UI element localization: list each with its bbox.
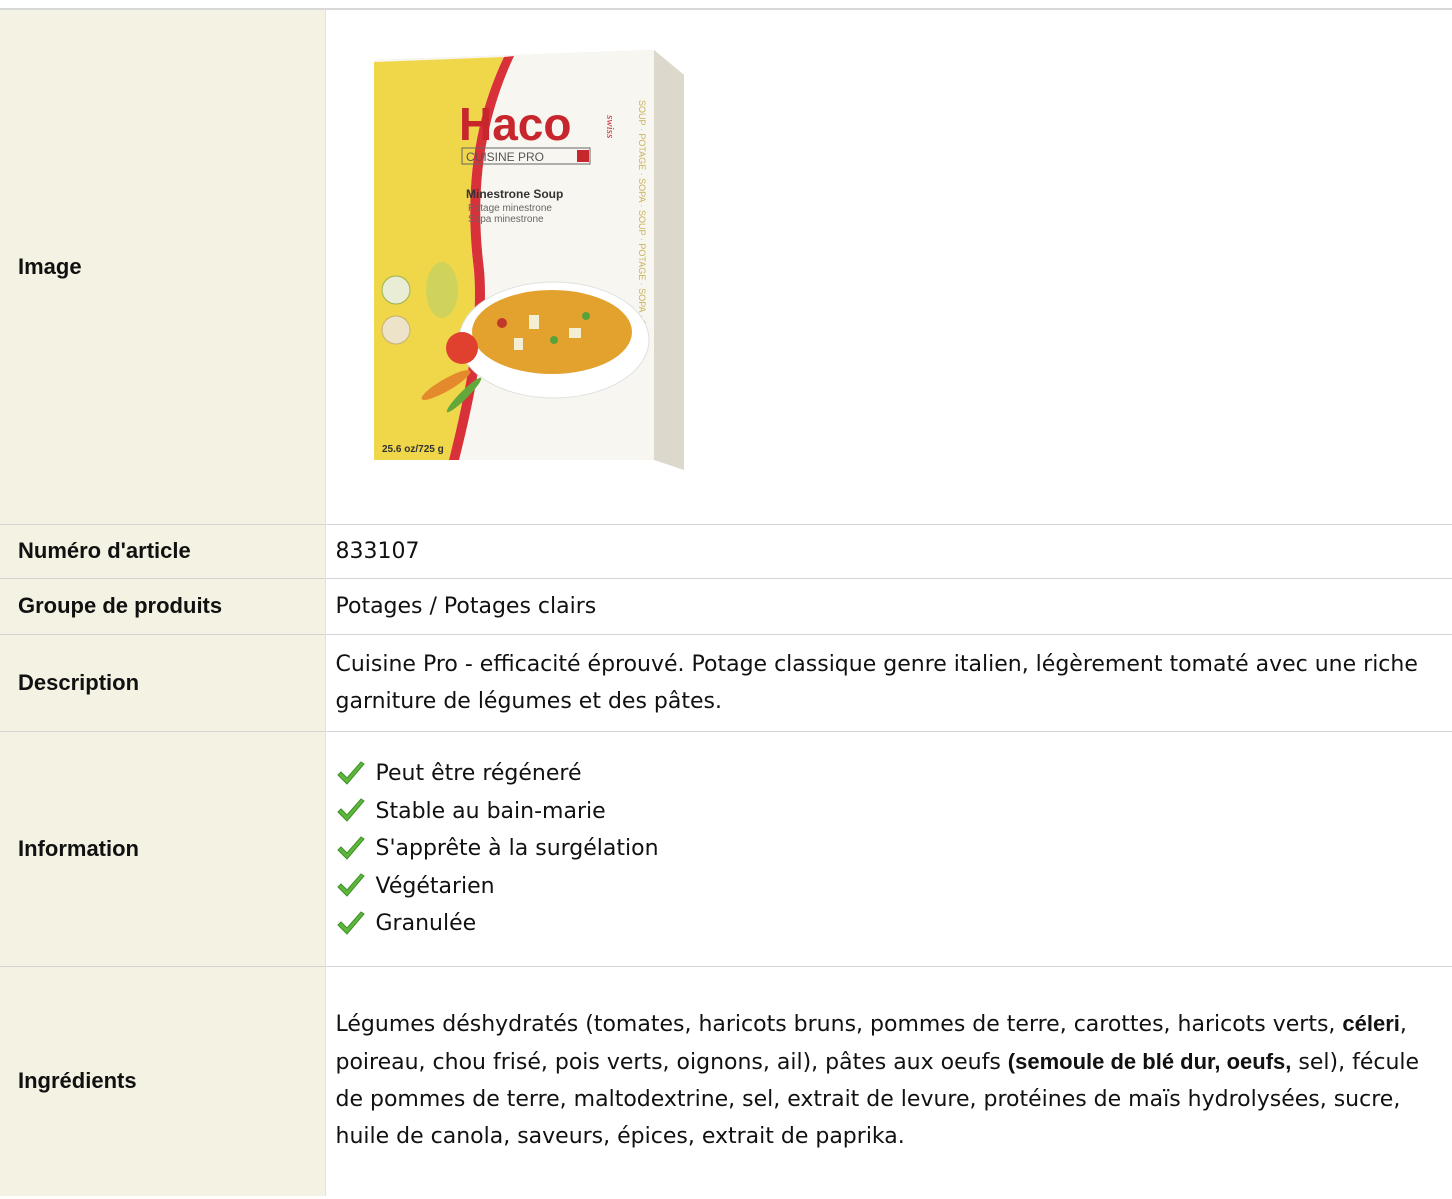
information-item: Stable au bain-marie bbox=[336, 792, 1444, 830]
row-ingredients: Ingrédients Légumes déshydratés (tomates… bbox=[0, 966, 1452, 1196]
pea bbox=[581, 312, 590, 320]
soup bbox=[471, 290, 632, 374]
information-item-label: Granulée bbox=[375, 911, 477, 936]
checkmark-icon bbox=[336, 873, 365, 897]
pasta-piece bbox=[568, 328, 581, 338]
product-image: Haco swiss CUISINE PRO Minestrone Soup P… bbox=[325, 9, 1452, 524]
vegetarian-badge-icon bbox=[381, 275, 410, 305]
information-item: Végétarien bbox=[336, 867, 1444, 905]
ingredients-allergen: (semoule de blé dur, oeufs, bbox=[1007, 1049, 1292, 1075]
package-name-fr: Potage minestrone bbox=[468, 203, 552, 214]
label-information: Information bbox=[0, 731, 326, 966]
information-item: Granulée bbox=[336, 905, 1444, 943]
checkmark-icon bbox=[336, 835, 365, 860]
row-description: Description Cuisine Pro - efficacité épr… bbox=[0, 634, 1452, 731]
package-name-es: Sopa minestrone bbox=[468, 214, 544, 225]
label-ingredients: Ingrédients bbox=[0, 966, 326, 1196]
information-item: S'apprête à la surgélation bbox=[336, 830, 1444, 868]
value-product-group: Potages / Potages clairs bbox=[325, 578, 1452, 634]
pea bbox=[549, 336, 558, 344]
information-item-label: S'apprête à la surgélation bbox=[375, 836, 659, 861]
ingredients-segment: Légumes déshydratés (tomates, haricots b… bbox=[335, 1012, 1343, 1038]
ingredients-text: Légumes déshydratés (tomates, haricots b… bbox=[336, 1005, 1444, 1157]
information-item-label: Peut être régéneré bbox=[375, 761, 582, 786]
package-name-en: Minestrone Soup bbox=[466, 187, 563, 201]
row-image: Image Haco swiss CUISINE PRO Minestrone … bbox=[0, 9, 1452, 524]
ingredients-allergen: céleri bbox=[1342, 1011, 1400, 1037]
information-list: Peut être régéneré Stable au bain-marie … bbox=[336, 755, 1444, 943]
package-weight: 25.6 oz/725 g bbox=[382, 444, 444, 455]
checkmark-icon bbox=[336, 798, 365, 822]
granules-badge-icon bbox=[381, 315, 410, 345]
row-article-number: Numéro d'article 833107 bbox=[0, 524, 1452, 578]
checkmark-icon bbox=[336, 760, 365, 785]
swiss-flag-icon bbox=[576, 150, 589, 162]
label-article-number: Numéro d'article bbox=[0, 524, 326, 578]
package-side-text: SOUP · POTAGE · SOPA · SOUP · POTAGE · S… bbox=[637, 100, 647, 346]
information-item: Peut être régéneré bbox=[336, 755, 1444, 793]
information-item-label: Végétarien bbox=[375, 873, 495, 899]
label-image: Image bbox=[0, 9, 326, 524]
pasta-piece bbox=[513, 338, 523, 350]
brand-suffix: swiss bbox=[604, 115, 616, 138]
tomato-piece bbox=[496, 318, 507, 328]
brand-logo: Haco bbox=[459, 98, 571, 150]
box-side bbox=[653, 50, 684, 470]
value-ingredients: Légumes déshydratés (tomates, haricots b… bbox=[325, 966, 1452, 1196]
tomato bbox=[445, 332, 478, 364]
information-item-label: Stable au bain-marie bbox=[375, 798, 606, 824]
row-product-group: Groupe de produits Potages / Potages cla… bbox=[0, 578, 1452, 634]
label-product-group: Groupe de produits bbox=[0, 578, 326, 634]
label-description: Description bbox=[0, 634, 326, 731]
value-information: Peut être régéneré Stable au bain-marie … bbox=[325, 731, 1452, 966]
product-box-image: Haco swiss CUISINE PRO Minestrone Soup P… bbox=[373, 50, 684, 470]
product-line: CUISINE PRO bbox=[466, 150, 544, 164]
row-information: Information Peut être régéneré Stable au… bbox=[0, 731, 1452, 966]
value-description: Cuisine Pro - efficacité éprouvé. Potage… bbox=[325, 634, 1452, 731]
pasta-nest bbox=[425, 262, 458, 318]
value-article-number: 833107 bbox=[325, 524, 1452, 578]
product-spec-table: Image Haco swiss CUISINE PRO Minestrone … bbox=[0, 8, 1452, 1196]
checkmark-icon bbox=[336, 910, 365, 935]
pasta-piece bbox=[528, 315, 539, 329]
